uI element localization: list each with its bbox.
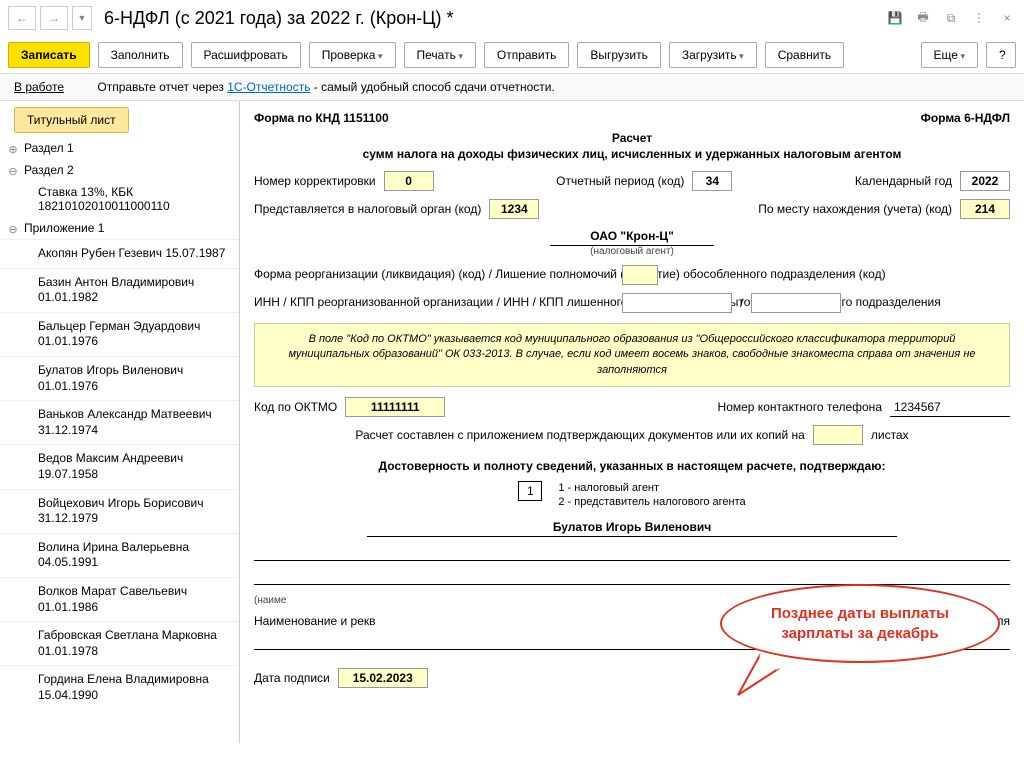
inn-field[interactable] xyxy=(622,293,732,313)
year-field[interactable]: 2022 xyxy=(960,171,1010,191)
print-button[interactable]: Печать xyxy=(404,42,476,68)
tree-section1[interactable]: ⊕ Раздел 1 xyxy=(0,137,239,159)
tax-org-field[interactable]: 1234 xyxy=(489,199,539,219)
print-icon[interactable]: 🖶 xyxy=(914,8,932,29)
knd-code: Форма по КНД 1151100 xyxy=(254,111,389,125)
save-icon[interactable]: 💾 xyxy=(886,8,904,29)
expand-icon[interactable]: ⊕ xyxy=(6,142,20,156)
loc-field[interactable]: 214 xyxy=(960,199,1010,219)
close-icon[interactable]: × xyxy=(998,8,1016,29)
kebab-icon[interactable]: ⋮ xyxy=(970,8,988,29)
collapse-icon[interactable]: ⊖ xyxy=(6,164,20,178)
date-label: Дата подписи xyxy=(254,671,330,685)
collapse-icon[interactable]: ⊖ xyxy=(6,222,20,236)
nav-forward-button[interactable]: → xyxy=(40,6,68,30)
list-item[interactable]: Войцехович Игорь Борисович 31.12.1979 xyxy=(0,489,239,533)
phone-field[interactable]: 1234567 xyxy=(890,398,1010,417)
info-suffix: - самый удобный способ сдачи отчетности. xyxy=(310,80,554,94)
signer-blank2 xyxy=(254,571,1010,585)
tree-section2[interactable]: ⊖ Раздел 2 xyxy=(0,159,239,181)
sheets-label1: Расчет составлен с приложением подтвержд… xyxy=(355,428,804,442)
tree-rate[interactable]: Ставка 13%, КБК 18210102010011000110 xyxy=(0,181,239,217)
signer-name: Булатов Игорь Виленович xyxy=(367,520,896,537)
title-icons: 💾 🖶 ⧉ ⋮ × xyxy=(886,8,1016,29)
form-name: Форма 6-НДФЛ xyxy=(921,111,1010,125)
list-item[interactable]: Ведов Максим Андреевич 19.07.1958 xyxy=(0,444,239,488)
compare-button[interactable]: Сравнить xyxy=(765,42,844,68)
sheets-label2: листах xyxy=(871,428,909,442)
nav-back-button[interactable]: ← xyxy=(8,6,36,30)
tax-org-label: Представляется в налоговый орган (код) xyxy=(254,202,481,216)
upload-button[interactable]: Выгрузить xyxy=(577,42,661,68)
check-button[interactable]: Проверка xyxy=(309,42,396,68)
download-button[interactable]: Загрузить xyxy=(669,42,757,68)
loc-label: По месту нахождения (учета) (код) xyxy=(758,202,952,216)
content: Форма по КНД 1151100 Форма 6-НДФЛ Расчет… xyxy=(240,101,1024,743)
copy-icon[interactable]: ⧉ xyxy=(942,8,960,29)
list-item[interactable]: Волина Ирина Валерьевна 04.05.1991 xyxy=(0,533,239,577)
date-field[interactable]: 15.02.2023 xyxy=(338,668,428,688)
reorg-label: Форма реорганизации (ликвидация) (код) /… xyxy=(254,267,614,283)
send-button[interactable]: Отправить xyxy=(484,42,570,68)
rep-caption-left: (наиме xyxy=(254,595,286,606)
form-title: Расчет xyxy=(254,131,1010,145)
corr-label: Номер корректировки xyxy=(254,174,376,188)
infobar: В работе Отправьте отчет через 1С-Отчетн… xyxy=(0,74,1024,101)
decode-button[interactable]: Расшифровать xyxy=(191,42,301,68)
agent-type-field[interactable]: 1 xyxy=(518,481,542,501)
confirm-title: Достоверность и полноту сведений, указан… xyxy=(254,459,1010,473)
corr-field[interactable]: 0 xyxy=(384,171,434,191)
list-item[interactable]: Габровская Светлана Марковна 01.01.1978 xyxy=(0,621,239,665)
inn-label: ИНН / КПП реорганизованной организации /… xyxy=(254,295,614,311)
list-item[interactable]: Ваньков Александр Матвеевич 31.12.1974 xyxy=(0,400,239,444)
list-item[interactable]: Волков Марат Савельевич 01.01.1986 xyxy=(0,577,239,621)
write-button[interactable]: Записать xyxy=(8,42,90,68)
info-link[interactable]: 1С-Отчетность xyxy=(227,80,310,94)
list-item[interactable]: Бальцер Герман Эдуардович 01.01.1976 xyxy=(0,312,239,356)
status-label[interactable]: В работе xyxy=(14,80,64,94)
list-item[interactable]: Гордина Елена Владимировна 15.04.1990 xyxy=(0,665,239,709)
list-item[interactable]: Акопян Рубен Гезевич 15.07.1987 xyxy=(0,239,239,268)
fill-button[interactable]: Заполнить xyxy=(98,42,183,68)
window-title: 6-НДФЛ (с 2021 года) за 2022 г. (Крон-Ц)… xyxy=(104,8,886,29)
info-prefix: Отправьте отчет через xyxy=(97,80,227,94)
sidebar: Титульный лист ⊕ Раздел 1 ⊖ Раздел 2 Ста… xyxy=(0,101,240,743)
callout: Позднее даты выплаты зарплаты за декабрь xyxy=(720,584,1000,663)
oktmo-field[interactable]: 11111111 xyxy=(345,397,445,417)
year-label: Календарный год xyxy=(855,174,952,188)
nav-dropdown-button[interactable]: ▼ xyxy=(72,6,92,30)
period-label: Отчетный период (код) xyxy=(556,174,684,188)
org-name: ОАО "Крон-Ц" xyxy=(550,229,714,246)
help-button[interactable]: ? xyxy=(986,42,1016,68)
form-subtitle: сумм налога на доходы физических лиц, ис… xyxy=(254,147,1010,161)
titlebar: ← → ▼ 6-НДФЛ (с 2021 года) за 2022 г. (К… xyxy=(0,0,1024,36)
phone-label: Номер контактного телефона xyxy=(718,400,882,414)
more-button[interactable]: Еще xyxy=(921,42,978,68)
list-item[interactable]: Булатов Игорь Виленович 01.01.1976 xyxy=(0,356,239,400)
main: Титульный лист ⊕ Раздел 1 ⊖ Раздел 2 Ста… xyxy=(0,101,1024,743)
signer-blank1 xyxy=(254,547,1010,561)
tab-title-page[interactable]: Титульный лист xyxy=(14,107,129,133)
kpp-field[interactable] xyxy=(751,293,841,313)
period-field[interactable]: 34 xyxy=(692,171,732,191)
rep-label: Наименование и рекв xyxy=(254,614,376,628)
tree-appendix[interactable]: ⊖ Приложение 1 xyxy=(0,217,239,239)
reorg-field[interactable] xyxy=(622,265,658,285)
callout-tail-icon xyxy=(730,651,790,701)
agent-type-options: 1 - налоговый агент 2 - представитель на… xyxy=(558,481,745,510)
note-box: В поле "Код по ОКТМО" указывается код му… xyxy=(254,323,1010,387)
toolbar: Записать Заполнить Расшифровать Проверка… xyxy=(0,36,1024,74)
oktmo-label: Код по ОКТМО xyxy=(254,400,337,414)
org-caption: (налоговый агент) xyxy=(254,246,1010,257)
sheets-field[interactable] xyxy=(813,425,863,445)
list-item[interactable]: Базин Антон Владимирович 01.01.1982 xyxy=(0,268,239,312)
